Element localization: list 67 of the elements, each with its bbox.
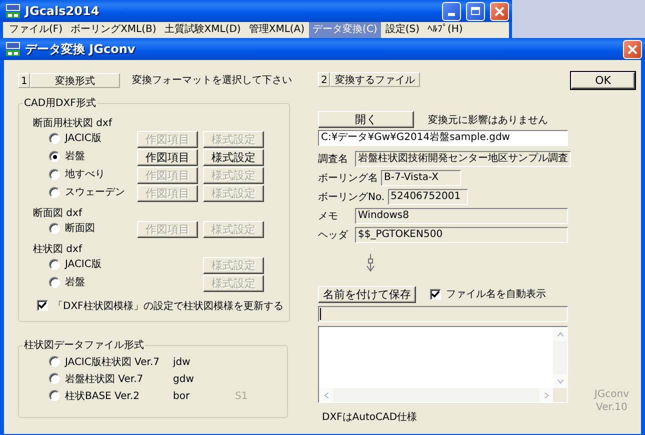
close-icon	[627, 44, 638, 54]
step-label: 変換形式	[30, 72, 120, 88]
field-label: ボーリング名	[318, 172, 378, 184]
down-arrow-icon	[366, 254, 375, 272]
option-button[interactable]: 様式設定	[203, 148, 264, 166]
menu-item[interactable]: ﾍﾙﾌﾟ(H)	[424, 22, 467, 38]
menu-item[interactable]: ファイル(F)	[5, 22, 67, 38]
field-label: ボーリングNo.	[318, 190, 385, 204]
menu-item[interactable]: ボーリングXML(B)	[66, 22, 160, 38]
section-label: 断面用柱状図 dxf	[33, 116, 114, 130]
footer-note: DXFはAutoCAD仕様	[321, 410, 418, 424]
check-icon	[38, 301, 47, 310]
extension-label: jdw	[173, 357, 192, 368]
radio-button[interactable]: 岩盤柱状図 Ver.7	[49, 372, 144, 386]
version-label: Ver.10	[596, 401, 628, 414]
section-label: 柱状図 dxf	[33, 242, 84, 256]
checkbox[interactable]: 「DXF柱状図模様」の設定で柱状図模様を更新する	[37, 298, 284, 312]
radio-button[interactable]: スウェーデン	[49, 185, 125, 200]
step-number: 2	[318, 72, 330, 87]
close-button[interactable]	[490, 2, 509, 20]
radio-button[interactable]: 岩盤	[49, 149, 85, 164]
readonly-field: Windows8	[355, 208, 568, 224]
instruction-text: 変換フォーマットを選択して下さい	[132, 74, 292, 87]
app-icon	[5, 3, 21, 19]
group-title: 柱状図データファイル形式	[23, 338, 145, 352]
check-icon	[431, 290, 440, 299]
step-number: 1	[18, 72, 30, 88]
maximize-button[interactable]	[466, 2, 485, 20]
radio-button[interactable]: 柱状BASE Ver.2	[49, 388, 140, 403]
app-name-label: JGconv	[594, 388, 629, 401]
section-label: 断面図 dxf	[33, 206, 84, 220]
minimize-button[interactable]	[442, 2, 461, 20]
extension-label: gdw	[173, 374, 195, 385]
radio-button[interactable]: JACIC版	[49, 131, 102, 146]
output-field[interactable]	[318, 306, 568, 322]
step-label: 変換するファイル	[330, 72, 420, 87]
readonly-field: $$_PGTOKEN500	[355, 226, 568, 242]
option-button[interactable]: 作図項目	[137, 148, 198, 166]
close-button[interactable]	[623, 40, 642, 58]
radio-button[interactable]: 岩盤	[49, 275, 85, 290]
close-icon	[494, 6, 505, 16]
readonly-field: B-7-Vista-X	[381, 170, 461, 186]
field-label: ヘッダ	[318, 228, 350, 242]
radio-button[interactable]: 地すべり	[49, 167, 105, 182]
note-text: 変換元に影響はありません	[428, 114, 548, 126]
ok-button[interactable]: OK	[571, 72, 635, 89]
readonly-field: 52406752001	[388, 188, 468, 204]
save-button[interactable]: 名前を付けて保存	[318, 286, 416, 303]
code-label: S1	[235, 391, 248, 402]
menu-item[interactable]: 土質試験XML(D)	[160, 22, 245, 38]
radio-button[interactable]: JACIC版柱状図 Ver.7	[49, 354, 160, 369]
menu-item[interactable]: 設定(S)	[381, 22, 424, 38]
group-title: CAD用DXF形式	[23, 96, 97, 110]
window-title: データ変換 JGconv	[25, 40, 136, 58]
readonly-field: 岩盤柱状図技術開発センター地区サンプル調査	[355, 150, 571, 166]
open-button[interactable]: 開く	[318, 111, 414, 128]
app-icon	[5, 41, 21, 57]
radio-button[interactable]: 断面図	[49, 221, 95, 236]
window-title: JGcals2014	[25, 4, 100, 18]
extension-label: bor	[173, 391, 191, 402]
checkbox[interactable]: ファイル名を自動表示	[430, 287, 546, 302]
menu-item[interactable]: 管理XML(A)	[244, 22, 309, 38]
path-field[interactable]: C:¥データ¥Gw¥G2014岩盤sample.gdw	[318, 130, 568, 146]
scrollbar-corner	[553, 388, 567, 402]
field-label: 調査名	[318, 152, 349, 166]
field-label: メモ	[318, 210, 339, 222]
radio-button[interactable]: JACIC版	[49, 257, 102, 272]
